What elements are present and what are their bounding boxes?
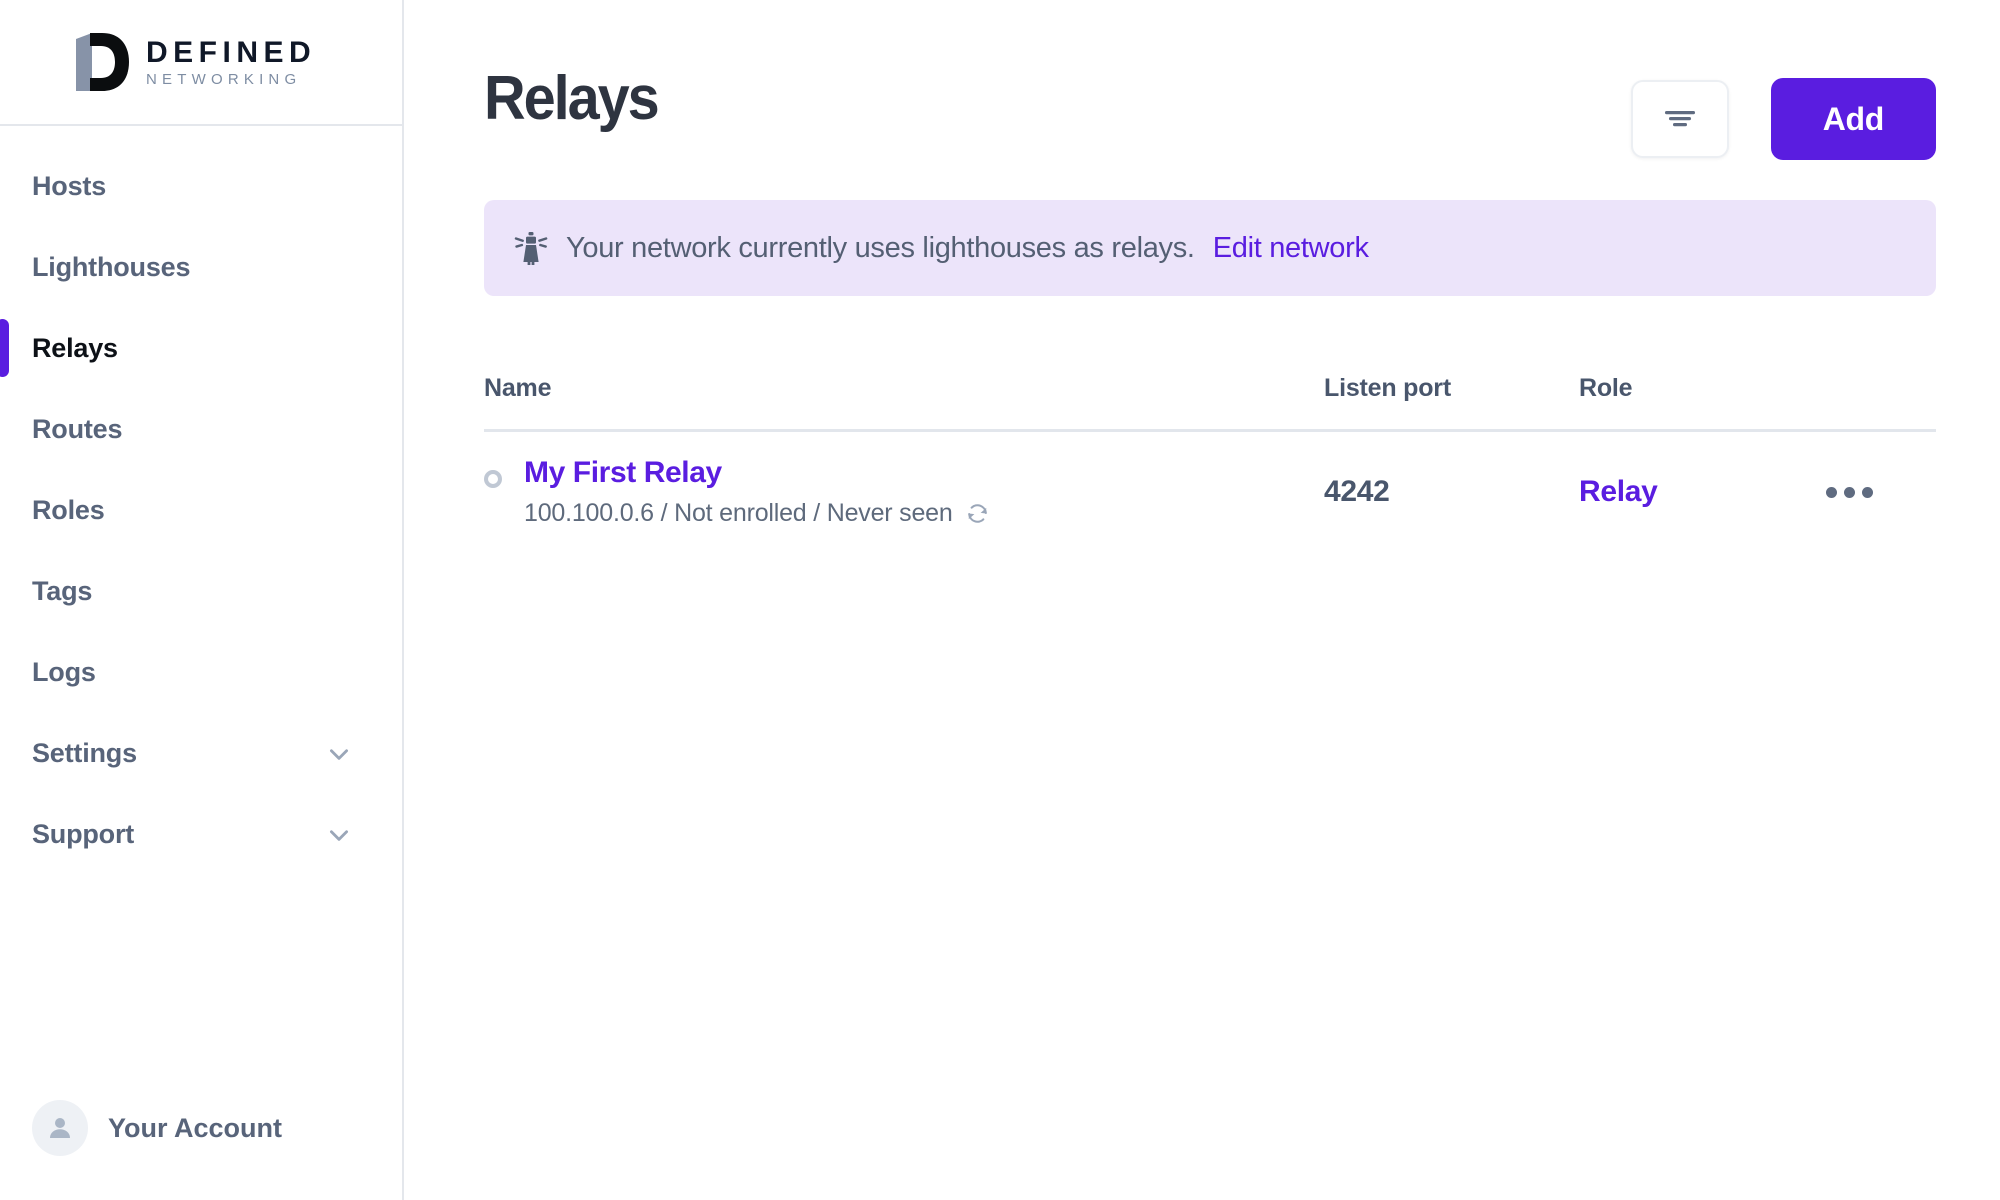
sidebar-item-label: Relays bbox=[32, 333, 118, 364]
relay-listen-port: 4242 bbox=[1324, 475, 1579, 509]
sidebar-item-routes[interactable]: Routes bbox=[0, 389, 402, 470]
sidebar-item-label: Hosts bbox=[32, 171, 106, 202]
refresh-icon[interactable] bbox=[965, 501, 990, 526]
sidebar-item-label: Logs bbox=[32, 657, 96, 688]
relay-detail-text: 100.100.0.6 / Not enrolled / Never seen bbox=[524, 499, 953, 528]
page-header: Relays Add bbox=[484, 0, 1936, 160]
relays-table: Name Listen port Role My First Relay bbox=[484, 374, 1936, 540]
defined-networking-logo-icon bbox=[72, 31, 130, 93]
sidebar-item-label: Support bbox=[32, 819, 134, 850]
page-title: Relays bbox=[484, 68, 658, 130]
sidebar-item-lighthouses[interactable]: Lighthouses bbox=[0, 227, 402, 308]
chevron-down-icon bbox=[326, 822, 352, 848]
header-actions: Add bbox=[1631, 68, 1936, 160]
lighthouse-icon bbox=[514, 230, 548, 266]
avatar bbox=[32, 1100, 88, 1156]
network-relay-banner: Your network currently uses lighthouses … bbox=[484, 200, 1936, 296]
table-row[interactable]: My First Relay 100.100.0.6 / Not enrolle… bbox=[484, 432, 1936, 540]
add-button[interactable]: Add bbox=[1771, 78, 1936, 160]
brand-name-secondary: NETWORKING bbox=[146, 72, 316, 87]
column-header-listen-port: Listen port bbox=[1324, 374, 1579, 403]
account-label: Your Account bbox=[108, 1113, 282, 1144]
sidebar-item-support[interactable]: Support bbox=[0, 794, 402, 875]
filter-button[interactable] bbox=[1631, 80, 1729, 158]
banner-message: Your network currently uses lighthouses … bbox=[566, 232, 1195, 265]
sidebar-item-logs[interactable]: Logs bbox=[0, 632, 402, 713]
more-options-icon bbox=[1826, 487, 1873, 498]
sidebar-item-hosts[interactable]: Hosts bbox=[0, 146, 402, 227]
relay-name-cell: My First Relay 100.100.0.6 / Not enrolle… bbox=[484, 456, 1324, 528]
sidebar-item-label: Tags bbox=[32, 576, 92, 607]
relay-name-link[interactable]: My First Relay bbox=[524, 456, 990, 490]
edit-network-link[interactable]: Edit network bbox=[1213, 232, 1369, 265]
column-header-role: Role bbox=[1579, 374, 1826, 403]
row-options-button[interactable] bbox=[1826, 487, 1936, 498]
table-header-row: Name Listen port Role bbox=[484, 374, 1936, 432]
sidebar-item-relays[interactable]: Relays bbox=[0, 308, 402, 389]
column-header-name: Name bbox=[484, 374, 1324, 403]
sidebar-item-label: Lighthouses bbox=[32, 252, 190, 283]
relay-role-link[interactable]: Relay bbox=[1579, 475, 1826, 509]
sidebar-item-label: Roles bbox=[32, 495, 105, 526]
main-content: Relays Add bbox=[404, 0, 2000, 1200]
sidebar-nav: Hosts Lighthouses Relays Routes Roles Ta… bbox=[0, 126, 402, 1100]
account-button[interactable]: Your Account bbox=[0, 1100, 402, 1200]
brand-name-primary: DEFINED bbox=[146, 38, 316, 68]
sidebar-item-settings[interactable]: Settings bbox=[0, 713, 402, 794]
sidebar-item-label: Settings bbox=[32, 738, 137, 769]
sidebar-item-tags[interactable]: Tags bbox=[0, 551, 402, 632]
status-indicator-icon bbox=[484, 470, 502, 493]
relay-detail: 100.100.0.6 / Not enrolled / Never seen bbox=[524, 499, 990, 528]
sidebar-item-label: Routes bbox=[32, 414, 122, 445]
app-root: DEFINED NETWORKING Hosts Lighthouses Rel… bbox=[0, 0, 2000, 1200]
sidebar-item-roles[interactable]: Roles bbox=[0, 470, 402, 551]
filter-icon bbox=[1660, 104, 1700, 134]
user-avatar-icon bbox=[45, 1113, 75, 1143]
brand-logo[interactable]: DEFINED NETWORKING bbox=[0, 0, 402, 126]
sidebar: DEFINED NETWORKING Hosts Lighthouses Rel… bbox=[0, 0, 404, 1200]
chevron-down-icon bbox=[326, 741, 352, 767]
